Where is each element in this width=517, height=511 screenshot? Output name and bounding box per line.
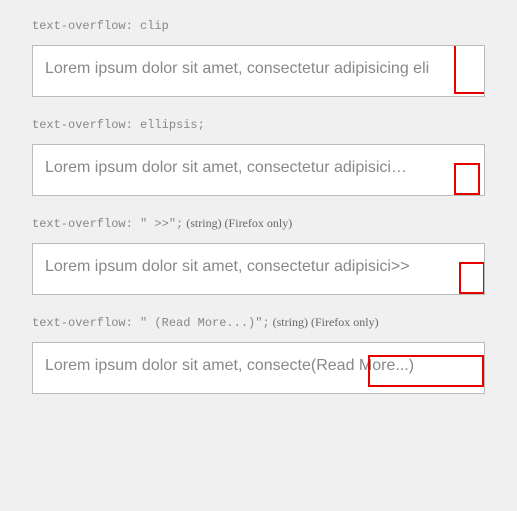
example-label: text-overflow: " >>"; (string) (Firefox … [32, 216, 485, 231]
css-code: text-overflow: ellipsis; [32, 118, 205, 132]
highlight-box [454, 45, 485, 94]
example-label: text-overflow: ellipsis; [32, 117, 485, 132]
css-code: text-overflow: " >>"; [32, 217, 183, 231]
demo-text: Lorem ipsum dolor sit amet, consecte(Rea… [45, 357, 414, 374]
example-label: text-overflow: " (Read More...)"; (strin… [32, 315, 485, 330]
demo-box-string-readmore: Lorem ipsum dolor sit amet, consecte(Rea… [32, 342, 485, 394]
example-string-arrows: text-overflow: " >>"; (string) (Firefox … [32, 216, 485, 295]
demo-text: Lorem ipsum dolor sit amet, consectetur … [45, 258, 410, 275]
demo-box-ellipsis: Lorem ipsum dolor sit amet, consectetur … [32, 144, 485, 196]
example-clip: text-overflow: clip Lorem ipsum dolor si… [32, 18, 485, 97]
example-ellipsis: text-overflow: ellipsis; Lorem ipsum dol… [32, 117, 485, 196]
css-code: text-overflow: " (Read More...)"; [32, 316, 270, 330]
demo-text: Lorem ipsum dolor sit amet, consectetur … [45, 60, 429, 77]
demo-text: Lorem ipsum dolor sit amet, consectetur … [45, 159, 407, 176]
highlight-box [459, 262, 485, 294]
label-note: (string) (Firefox only) [270, 315, 379, 329]
demo-box-string-arrows: Lorem ipsum dolor sit amet, consectetur … [32, 243, 485, 295]
highlight-box [454, 163, 480, 195]
css-code: text-overflow: clip [32, 19, 169, 33]
demo-box-clip: Lorem ipsum dolor sit amet, consectetur … [32, 45, 485, 97]
example-label: text-overflow: clip [32, 18, 485, 33]
label-note: (string) (Firefox only) [183, 216, 292, 230]
example-string-readmore: text-overflow: " (Read More...)"; (strin… [32, 315, 485, 394]
